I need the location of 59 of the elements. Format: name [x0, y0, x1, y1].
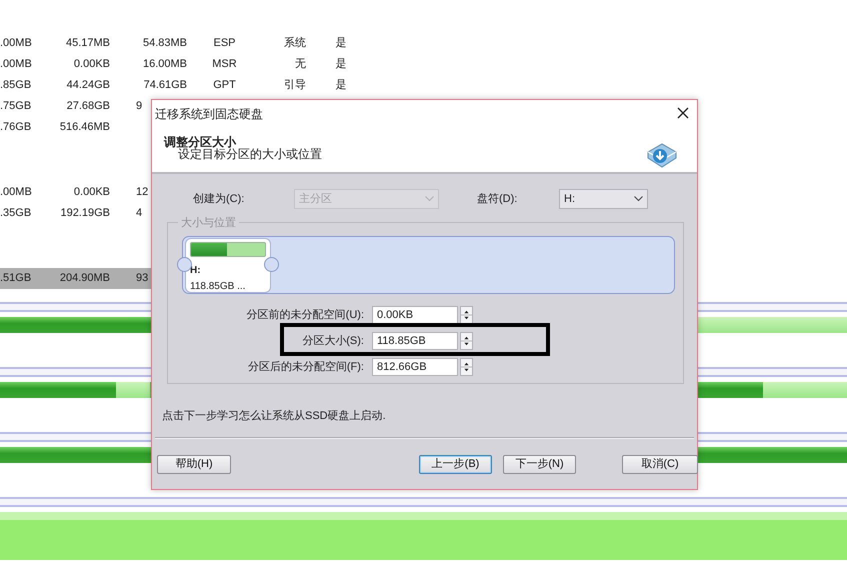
field-label: 盘符(D): — [477, 192, 518, 207]
table-cell: 12 — [136, 186, 148, 198]
spinner-arrows-icon[interactable] — [460, 332, 473, 350]
window-title: 迁移系统到固态硬盘 — [155, 106, 263, 123]
spinner-arrows-icon[interactable] — [460, 358, 473, 376]
table-cell: .51GB — [0, 272, 32, 284]
hint-text: 点击下一步学习怎么让系统从SSD硬盘上启动. — [162, 408, 387, 424]
spin-field[interactable]: 0.00KB — [372, 306, 458, 324]
spinner-arrows-icon[interactable] — [460, 306, 473, 324]
spin-field[interactable]: 812.66GB — [372, 358, 458, 376]
table-cell: 无 — [295, 58, 306, 70]
table-cell: 44.24GB — [66, 79, 110, 92]
table-cell: 27.68GB — [66, 100, 110, 112]
table-cell: 93 — [136, 272, 148, 284]
dialog-heading: 调整分区大小 — [164, 134, 236, 149]
partition-block[interactable]: H: 118.85GB ... — [185, 238, 271, 293]
table-cell: ESP — [213, 37, 236, 50]
table-cell: 是 — [336, 37, 346, 50]
dialog-subheading: 设定目标分区的大小或位置 — [178, 147, 322, 163]
dropdown[interactable]: H: — [559, 189, 648, 209]
table-cell: 4 — [136, 207, 142, 220]
field-label: 分区后的未分配空间(F): — [246, 360, 365, 375]
table-cell: .00MB — [0, 186, 32, 198]
spin-field[interactable]: 118.85GB — [372, 332, 458, 350]
table-cell: 是 — [336, 58, 346, 70]
resize-handle[interactable] — [264, 257, 279, 272]
table-cell: .75GB — [0, 100, 32, 112]
table-cell: 74.61GB — [144, 79, 187, 92]
resize-handle[interactable] — [177, 257, 192, 272]
table-cell: 0.00KB — [74, 186, 110, 198]
caret-icon[interactable] — [634, 196, 643, 202]
table-cell: 系统 — [284, 37, 306, 50]
table-cell: MSR — [212, 58, 237, 70]
table-cell: 引导 — [284, 79, 306, 92]
table-cell: 192.19GB — [60, 207, 110, 220]
dialog-button[interactable]: 取消(C) — [622, 454, 698, 474]
table-cell: 54.83MB — [142, 37, 187, 50]
table-cell: .00MB — [0, 58, 32, 70]
table-cell: 516.46MB — [60, 121, 110, 134]
dialog-button[interactable]: 帮助(H) — [157, 454, 231, 474]
close-icon[interactable] — [677, 107, 689, 119]
table-cell: .00MB — [0, 37, 32, 50]
table-cell: .85GB — [0, 79, 32, 92]
field-label: 分区前的未分配空间(U): — [246, 308, 365, 323]
table-cell: 204.90MB — [60, 272, 110, 284]
table-cell: 16.00MB — [142, 58, 187, 70]
table-cell: 45.17MB — [66, 37, 110, 50]
table-cell: .35GB — [0, 207, 32, 220]
partition-letter: H: — [190, 264, 202, 278]
field-label: 分区大小(S): — [301, 334, 365, 349]
dialog-button[interactable]: 下一步(N) — [503, 454, 576, 474]
field-label: 创建为(C): — [193, 192, 246, 207]
table-cell: 9 — [136, 100, 142, 112]
table-cell: GPT — [213, 79, 236, 92]
table-cell: 0.00KB — [74, 58, 110, 70]
partition-size: 118.85GB ... — [190, 280, 246, 294]
table-cell: 是 — [336, 79, 346, 92]
table-cell: .76GB — [0, 121, 32, 134]
dialog-button[interactable]: 上一步(B) — [419, 454, 492, 474]
